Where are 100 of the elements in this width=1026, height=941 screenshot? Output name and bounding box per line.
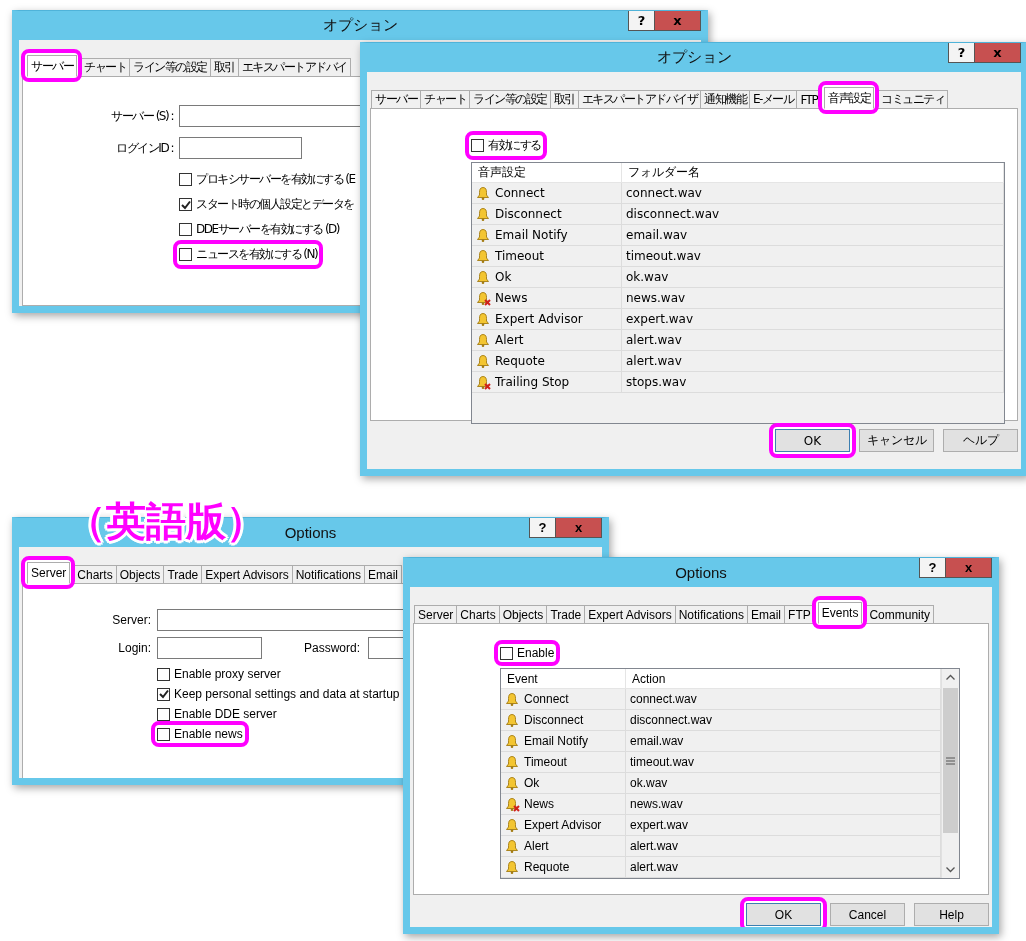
table-row[interactable]: Connect connect.wav (501, 689, 941, 710)
field-label: ログインID : (115, 139, 173, 157)
table-cell: timeout.wav (622, 246, 1004, 266)
dialog-button[interactable]: OK (775, 429, 850, 452)
checkbox[interactable] (471, 139, 484, 152)
tab[interactable]: サーバー (371, 90, 421, 109)
tab[interactable]: Email (364, 565, 403, 584)
checkbox-label: Enable DDE server (174, 707, 277, 721)
event-name: News (524, 797, 554, 811)
window-title: Options (675, 564, 727, 581)
table-cell: expert.wav (622, 309, 1004, 329)
tab[interactable]: Server (414, 605, 458, 624)
help-button[interactable]: ? (529, 518, 556, 538)
table-row[interactable]: Email Notify email.wav (472, 225, 1004, 246)
tab[interactable]: コミュニティ (877, 90, 949, 109)
checkbox[interactable] (179, 223, 192, 236)
table-row[interactable]: Email Notify email.wav (501, 731, 941, 752)
scrollbar[interactable] (941, 669, 959, 878)
dialog-button[interactable]: Help (914, 903, 989, 926)
table-cell: alert.wav (622, 330, 1004, 350)
close-button[interactable]: x (655, 11, 701, 31)
checkbox-label: プロキシサーバーを有効にする (E (196, 171, 355, 188)
help-button[interactable]: ? (948, 43, 975, 63)
checkbox[interactable] (157, 727, 170, 741)
table-cell: ok.wav (622, 267, 1004, 287)
close-button[interactable]: x (975, 43, 1021, 63)
close-button[interactable]: x (556, 518, 602, 538)
field-label: Server: (111, 613, 151, 627)
scrollbar-thumb[interactable] (943, 688, 958, 833)
tab[interactable]: Expert Advisors (584, 605, 676, 624)
table-cell: disconnect.wav (622, 204, 1004, 224)
checkbox[interactable] (179, 198, 192, 211)
checkbox[interactable] (157, 687, 170, 701)
table-row[interactable]: News news.wav (501, 794, 941, 815)
window-title: オプション (656, 48, 732, 67)
tab[interactable]: Community (865, 605, 935, 624)
table-cell: stops.wav (622, 372, 1004, 392)
table-cell: connect.wav (622, 183, 1004, 203)
tab[interactable]: Objects (498, 605, 548, 624)
event-name: Timeout (495, 249, 545, 263)
table-row[interactable]: Alert alert.wav (501, 836, 941, 857)
help-button[interactable]: ? (628, 11, 655, 31)
table-row[interactable]: Trailing Stop stops.wav (472, 372, 1004, 393)
tab[interactable]: 音声設定 (824, 87, 875, 109)
field-label: サーバー (S) : (110, 107, 173, 125)
grip-icon (946, 756, 955, 765)
dialog-button[interactable]: Cancel (830, 903, 905, 926)
window-title: Options (284, 524, 337, 541)
table-row[interactable]: Connect connect.wav (472, 183, 1004, 204)
tab[interactable]: Server (27, 562, 71, 584)
checkbox[interactable] (157, 707, 170, 721)
checkbox-label: Enable news (174, 727, 243, 741)
checkbox[interactable] (157, 667, 170, 681)
table-row[interactable]: Timeout timeout.wav (472, 246, 1004, 267)
table-row[interactable]: Ok ok.wav (472, 267, 1004, 288)
event-name: Disconnect (495, 207, 562, 221)
check-icon (158, 689, 169, 699)
checkbox-label: 有効にする (488, 137, 541, 154)
table-row[interactable]: Timeout timeout.wav (501, 752, 941, 773)
dialog-button[interactable]: OK (746, 903, 821, 926)
table-row[interactable]: Expert Advisor expert.wav (472, 309, 1004, 330)
table-cell: alert.wav (622, 351, 1004, 371)
dialog-button[interactable]: ヘルプ (943, 429, 1018, 452)
checkbox[interactable] (179, 173, 192, 186)
table-cell: email.wav (622, 225, 1004, 245)
checkbox-label: Keep personal settings and data at startup (174, 687, 400, 701)
table-row[interactable]: Disconnect disconnect.wav (472, 204, 1004, 225)
input-field[interactable] (179, 137, 302, 159)
checkbox-label: スタート時の個人設定とデータを (196, 196, 354, 213)
checkbox-label: Enable (517, 646, 555, 660)
input-field[interactable] (157, 637, 262, 659)
dialog-button[interactable]: キャンセル (859, 429, 934, 452)
event-name: Connect (524, 692, 569, 706)
checkbox-label: ニュースを有効にする (N) (196, 246, 318, 263)
checkbox-label: Enable proxy server (174, 667, 281, 681)
event-name: Ok (495, 270, 512, 284)
table-row[interactable]: Expert Advisor expert.wav (501, 815, 941, 836)
tab[interactable]: サーバー (27, 55, 77, 77)
table-row[interactable]: News news.wav (472, 288, 1004, 309)
tab[interactable]: エキスパートアドバイ (237, 58, 351, 77)
table-cell: news.wav (622, 288, 1004, 308)
checkbox[interactable] (179, 248, 192, 261)
tab[interactable]: Objects (115, 565, 165, 584)
help-button[interactable]: ? (919, 558, 946, 578)
event-name: Ok (524, 776, 540, 790)
table-row[interactable]: Requote alert.wav (472, 351, 1004, 372)
table-row[interactable]: Alert alert.wav (472, 330, 1004, 351)
field-label: Login: (117, 641, 151, 655)
table-row[interactable]: Disconnect disconnect.wav (501, 710, 941, 731)
checkbox[interactable] (500, 646, 513, 660)
event-name: Email Notify (524, 734, 588, 748)
checkbox-label: DDEサーバーを有効にする (D) (196, 221, 339, 238)
event-name: Timeout (524, 755, 567, 769)
close-button[interactable]: x (946, 558, 992, 578)
tab[interactable]: Events (817, 602, 863, 624)
table-row[interactable]: Requote alert.wav (501, 857, 941, 878)
table-row[interactable]: Ok ok.wav (501, 773, 941, 794)
tab[interactable]: Expert Advisors (201, 565, 293, 584)
event-name: Connect (495, 186, 545, 200)
event-name: Requote (524, 860, 570, 874)
